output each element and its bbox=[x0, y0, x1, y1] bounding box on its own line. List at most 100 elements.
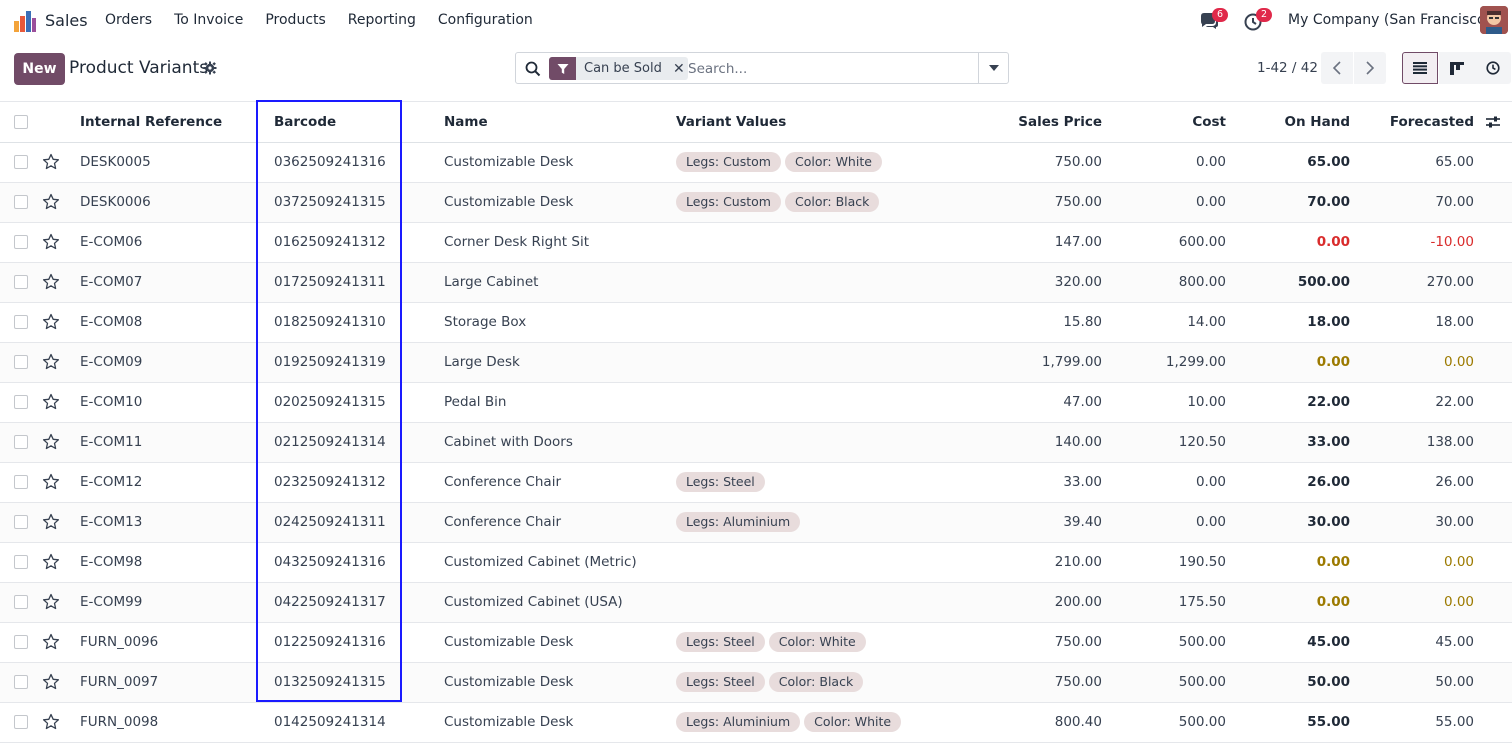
cell-spacer bbox=[1474, 422, 1512, 463]
cell-forecasted: 65.00 bbox=[1350, 142, 1474, 183]
table-row[interactable]: E-COM11 0212509241314 Cabinet with Doors 14… bbox=[0, 422, 1512, 463]
star-icon[interactable] bbox=[42, 353, 60, 371]
cell-forecasted: 50.00 bbox=[1350, 662, 1474, 703]
kanban-view-button[interactable] bbox=[1439, 52, 1475, 84]
table-row[interactable]: E-COM06 0162509241312 Corner Desk Right Si… bbox=[0, 222, 1512, 263]
row-select-cell bbox=[0, 382, 42, 423]
optional-columns-toggle[interactable] bbox=[1474, 102, 1512, 143]
cell-spacer bbox=[1474, 622, 1512, 663]
header-on-hand[interactable]: On Hand bbox=[1226, 102, 1350, 143]
cell-on-hand: 22.00 bbox=[1226, 382, 1350, 423]
table-row[interactable]: E-COM98 0432509241316 Customized Cabinet (… bbox=[0, 542, 1512, 583]
star-icon[interactable] bbox=[42, 393, 60, 411]
row-favorite-cell bbox=[42, 142, 80, 183]
search-bar: Can be Sold ✕ bbox=[515, 52, 1009, 84]
header-internal-reference[interactable]: Internal Reference bbox=[80, 102, 256, 143]
new-button[interactable]: New bbox=[14, 53, 65, 85]
menu-to-invoice[interactable]: To Invoice bbox=[174, 12, 243, 28]
header-forecasted[interactable]: Forecasted bbox=[1350, 102, 1474, 143]
header-cost[interactable]: Cost bbox=[1102, 102, 1226, 143]
row-checkbox[interactable] bbox=[14, 555, 28, 569]
cell-barcode: 0422509241317 bbox=[256, 582, 420, 623]
menu-products[interactable]: Products bbox=[265, 12, 325, 28]
table-row[interactable]: DESK0005 0362509241316 Customizable Desk Le… bbox=[0, 142, 1512, 183]
row-checkbox[interactable] bbox=[14, 195, 28, 209]
row-checkbox[interactable] bbox=[14, 235, 28, 249]
row-select-cell bbox=[0, 462, 42, 503]
star-icon[interactable] bbox=[42, 473, 60, 491]
activity-view-button[interactable] bbox=[1475, 52, 1511, 84]
table-row[interactable]: FURN_0098 0142509241314 Customizable Desk L… bbox=[0, 702, 1512, 743]
pager-previous-button[interactable] bbox=[1321, 52, 1353, 84]
table-row[interactable]: E-COM08 0182509241310 Storage Box 15.80 14.0… bbox=[0, 302, 1512, 343]
row-checkbox[interactable] bbox=[14, 155, 28, 169]
table-row[interactable]: E-COM13 0242509241311 Conference Chair Legs… bbox=[0, 502, 1512, 543]
pager-next-button[interactable] bbox=[1354, 52, 1386, 84]
cell-barcode: 0212509241314 bbox=[256, 422, 420, 463]
star-icon[interactable] bbox=[42, 633, 60, 651]
facet-remove-icon[interactable]: ✕ bbox=[670, 57, 688, 80]
search-input[interactable] bbox=[688, 57, 978, 80]
header-barcode[interactable]: Barcode bbox=[256, 102, 420, 143]
table-row[interactable]: FURN_0097 0132509241315 Customizable Desk L… bbox=[0, 662, 1512, 703]
menu-orders[interactable]: Orders bbox=[105, 12, 152, 28]
user-avatar[interactable] bbox=[1480, 6, 1508, 34]
cell-barcode: 0192509241319 bbox=[256, 342, 420, 383]
row-checkbox[interactable] bbox=[14, 315, 28, 329]
star-icon[interactable] bbox=[42, 593, 60, 611]
pager-value[interactable]: 1-42 / 42 bbox=[1257, 60, 1318, 76]
table-row[interactable]: E-COM12 0232509241312 Conference Chair Legs… bbox=[0, 462, 1512, 503]
cell-variant-values: Legs: Steel bbox=[676, 462, 956, 503]
cell-name: Customizable Desk bbox=[420, 662, 676, 703]
search-icon[interactable] bbox=[525, 61, 541, 77]
cell-variant-values bbox=[676, 422, 956, 463]
cell-cost: 0.00 bbox=[1102, 502, 1226, 543]
row-checkbox[interactable] bbox=[14, 595, 28, 609]
table-row[interactable]: E-COM07 0172509241311 Large Cabinet 320.00 8… bbox=[0, 262, 1512, 303]
app-logo-icon[interactable] bbox=[13, 9, 37, 33]
star-icon[interactable] bbox=[42, 553, 60, 571]
star-icon[interactable] bbox=[42, 673, 60, 691]
row-checkbox[interactable] bbox=[14, 355, 28, 369]
header-sales-price[interactable]: Sales Price bbox=[956, 102, 1102, 143]
star-icon[interactable] bbox=[42, 513, 60, 531]
header-name[interactable]: Name bbox=[420, 102, 676, 143]
row-checkbox[interactable] bbox=[14, 715, 28, 729]
cell-sales-price: 147.00 bbox=[956, 222, 1102, 263]
table-row[interactable]: DESK0006 0372509241315 Customizable Desk Le… bbox=[0, 182, 1512, 223]
cell-name: Customizable Desk bbox=[420, 702, 676, 743]
star-icon[interactable] bbox=[42, 433, 60, 451]
table-row[interactable]: E-COM09 0192509241319 Large Desk 1,799.00 1,… bbox=[0, 342, 1512, 383]
star-icon[interactable] bbox=[42, 313, 60, 331]
star-icon[interactable] bbox=[42, 273, 60, 291]
select-all-checkbox[interactable] bbox=[14, 114, 28, 129]
row-checkbox[interactable] bbox=[14, 675, 28, 689]
header-variant-values[interactable]: Variant Values bbox=[676, 102, 956, 143]
row-favorite-cell bbox=[42, 422, 80, 463]
row-checkbox[interactable] bbox=[14, 435, 28, 449]
row-checkbox[interactable] bbox=[14, 275, 28, 289]
list-view-button[interactable] bbox=[1402, 52, 1438, 84]
row-checkbox[interactable] bbox=[14, 515, 28, 529]
row-checkbox[interactable] bbox=[14, 395, 28, 409]
cell-internal-reference: E-COM12 bbox=[80, 462, 256, 503]
cell-on-hand: 50.00 bbox=[1226, 662, 1350, 703]
gear-icon[interactable] bbox=[203, 61, 217, 75]
company-switcher[interactable]: My Company (San Francisco) bbox=[1288, 12, 1491, 28]
search-options-toggle[interactable] bbox=[978, 53, 1008, 83]
star-icon[interactable] bbox=[42, 193, 60, 211]
cell-barcode: 0162509241312 bbox=[256, 222, 420, 263]
row-checkbox[interactable] bbox=[14, 475, 28, 489]
table-row[interactable]: E-COM99 0422509241317 Customized Cabinet (… bbox=[0, 582, 1512, 623]
cell-barcode: 0132509241315 bbox=[256, 662, 420, 703]
menu-configuration[interactable]: Configuration bbox=[438, 12, 533, 28]
menu-reporting[interactable]: Reporting bbox=[348, 12, 416, 28]
table-row[interactable]: E-COM10 0202509241315 Pedal Bin 47.00 10.00 2… bbox=[0, 382, 1512, 423]
star-icon[interactable] bbox=[42, 713, 60, 731]
row-checkbox[interactable] bbox=[14, 635, 28, 649]
star-icon[interactable] bbox=[42, 153, 60, 171]
app-name[interactable]: Sales bbox=[45, 11, 88, 30]
cell-internal-reference: FURN_0098 bbox=[80, 702, 256, 743]
table-row[interactable]: FURN_0096 0122509241316 Customizable Desk L… bbox=[0, 622, 1512, 663]
star-icon[interactable] bbox=[42, 233, 60, 251]
